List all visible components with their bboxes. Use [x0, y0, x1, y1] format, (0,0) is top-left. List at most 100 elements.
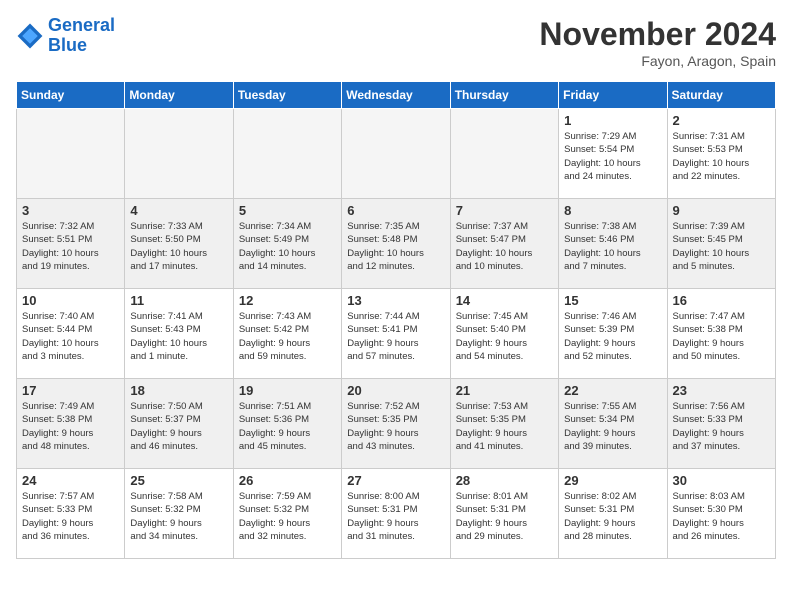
day-info: Sunrise: 7:34 AM Sunset: 5:49 PM Dayligh…: [239, 220, 336, 273]
calendar-day: 19 Sunrise: 7:51 AM Sunset: 5:36 PM Dayli…: [233, 379, 341, 469]
calendar-day: 29 Sunrise: 8:02 AM Sunset: 5:31 PM Dayli…: [559, 469, 667, 559]
day-info: Sunrise: 7:56 AM Sunset: 5:33 PM Dayligh…: [673, 400, 770, 453]
weekday-header-monday: Monday: [125, 82, 233, 109]
calendar-day: 8Sunrise: 7:38 AM Sunset: 5:46 PM Daylig…: [559, 199, 667, 289]
day-info: Sunrise: 7:43 AM Sunset: 5:42 PM Dayligh…: [239, 310, 336, 363]
day-info: Sunrise: 7:38 AM Sunset: 5:46 PM Dayligh…: [564, 220, 661, 273]
weekday-header-row: SundayMondayTuesdayWednesdayThursdayFrid…: [17, 82, 776, 109]
calendar-day: 2Sunrise: 7:31 AM Sunset: 5:53 PM Daylig…: [667, 109, 775, 199]
day-info: Sunrise: 7:32 AM Sunset: 5:51 PM Dayligh…: [22, 220, 119, 273]
calendar-day: 17 Sunrise: 7:49 AM Sunset: 5:38 PM Dayli…: [17, 379, 125, 469]
calendar-day: [17, 109, 125, 199]
calendar-day: 28 Sunrise: 8:01 AM Sunset: 5:31 PM Dayli…: [450, 469, 558, 559]
calendar-day: 27Sunrise: 8:00 AM Sunset: 5:31 PM Dayli…: [342, 469, 450, 559]
calendar-day: 15 Sunrise: 7:46 AM Sunset: 5:39 PM Dayli…: [559, 289, 667, 379]
day-info: Sunrise: 7:52 AM Sunset: 5:35 PM Dayligh…: [347, 400, 444, 453]
calendar-day: 10 Sunrise: 7:40 AM Sunset: 5:44 PM Dayli…: [17, 289, 125, 379]
day-info: Sunrise: 7:41 AM Sunset: 5:43 PM Dayligh…: [130, 310, 227, 363]
day-number: 6: [347, 203, 444, 218]
day-info: Sunrise: 8:03 AM Sunset: 5:30 PM Dayligh…: [673, 490, 770, 543]
day-number: 26: [239, 473, 336, 488]
weekday-header-friday: Friday: [559, 82, 667, 109]
calendar-day: 11 Sunrise: 7:41 AM Sunset: 5:43 PM Dayli…: [125, 289, 233, 379]
calendar-day: 16 Sunrise: 7:47 AM Sunset: 5:38 PM Dayli…: [667, 289, 775, 379]
day-info: Sunrise: 7:47 AM Sunset: 5:38 PM Dayligh…: [673, 310, 770, 363]
calendar-day: 12 Sunrise: 7:43 AM Sunset: 5:42 PM Dayli…: [233, 289, 341, 379]
day-number: 5: [239, 203, 336, 218]
calendar-day: 30 Sunrise: 8:03 AM Sunset: 5:30 PM Dayli…: [667, 469, 775, 559]
day-info: Sunrise: 7:46 AM Sunset: 5:39 PM Dayligh…: [564, 310, 661, 363]
calendar-day: [233, 109, 341, 199]
day-info: Sunrise: 7:59 AM Sunset: 5:32 PM Dayligh…: [239, 490, 336, 543]
day-number: 30: [673, 473, 770, 488]
logo: General Blue: [16, 16, 115, 56]
calendar-day: 6Sunrise: 7:35 AM Sunset: 5:48 PM Daylig…: [342, 199, 450, 289]
day-number: 11: [130, 293, 227, 308]
calendar-day: 25Sunrise: 7:58 AM Sunset: 5:32 PM Dayli…: [125, 469, 233, 559]
day-number: 19: [239, 383, 336, 398]
day-number: 23: [673, 383, 770, 398]
day-number: 10: [22, 293, 119, 308]
day-number: 14: [456, 293, 553, 308]
calendar-day: [125, 109, 233, 199]
day-number: 4: [130, 203, 227, 218]
day-info: Sunrise: 7:31 AM Sunset: 5:53 PM Dayligh…: [673, 130, 770, 183]
calendar-day: 1Sunrise: 7:29 AM Sunset: 5:54 PM Daylig…: [559, 109, 667, 199]
day-info: Sunrise: 7:33 AM Sunset: 5:50 PM Dayligh…: [130, 220, 227, 273]
calendar-day: 13 Sunrise: 7:44 AM Sunset: 5:41 PM Dayli…: [342, 289, 450, 379]
logo-text: General Blue: [48, 16, 115, 56]
logo-icon: [16, 22, 44, 50]
calendar-day: 9 Sunrise: 7:39 AM Sunset: 5:45 PM Daylig…: [667, 199, 775, 289]
day-number: 3: [22, 203, 119, 218]
day-number: 29: [564, 473, 661, 488]
day-number: 22: [564, 383, 661, 398]
day-info: Sunrise: 7:37 AM Sunset: 5:47 PM Dayligh…: [456, 220, 553, 273]
weekday-header-wednesday: Wednesday: [342, 82, 450, 109]
day-number: 16: [673, 293, 770, 308]
weekday-header-thursday: Thursday: [450, 82, 558, 109]
day-info: Sunrise: 7:39 AM Sunset: 5:45 PM Dayligh…: [673, 220, 770, 273]
day-info: Sunrise: 7:40 AM Sunset: 5:44 PM Dayligh…: [22, 310, 119, 363]
calendar-day: 22Sunrise: 7:55 AM Sunset: 5:34 PM Dayli…: [559, 379, 667, 469]
calendar-day: 24 Sunrise: 7:57 AM Sunset: 5:33 PM Dayli…: [17, 469, 125, 559]
calendar-week-row: 3 Sunrise: 7:32 AM Sunset: 5:51 PM Daylig…: [17, 199, 776, 289]
weekday-header-tuesday: Tuesday: [233, 82, 341, 109]
day-info: Sunrise: 8:02 AM Sunset: 5:31 PM Dayligh…: [564, 490, 661, 543]
calendar-table: SundayMondayTuesdayWednesdayThursdayFrid…: [16, 81, 776, 559]
calendar-week-row: 10 Sunrise: 7:40 AM Sunset: 5:44 PM Dayli…: [17, 289, 776, 379]
day-info: Sunrise: 7:44 AM Sunset: 5:41 PM Dayligh…: [347, 310, 444, 363]
day-number: 12: [239, 293, 336, 308]
day-info: Sunrise: 8:00 AM Sunset: 5:31 PM Dayligh…: [347, 490, 444, 543]
day-number: 20: [347, 383, 444, 398]
calendar-week-row: 24 Sunrise: 7:57 AM Sunset: 5:33 PM Dayli…: [17, 469, 776, 559]
calendar-day: 23 Sunrise: 7:56 AM Sunset: 5:33 PM Dayli…: [667, 379, 775, 469]
page-header: General Blue November 2024 Fayon, Aragon…: [16, 16, 776, 69]
calendar-day: 20 Sunrise: 7:52 AM Sunset: 5:35 PM Dayli…: [342, 379, 450, 469]
day-number: 17: [22, 383, 119, 398]
day-number: 24: [22, 473, 119, 488]
calendar-day: 18 Sunrise: 7:50 AM Sunset: 5:37 PM Dayli…: [125, 379, 233, 469]
day-number: 15: [564, 293, 661, 308]
month-title: November 2024: [539, 16, 776, 53]
day-info: Sunrise: 7:51 AM Sunset: 5:36 PM Dayligh…: [239, 400, 336, 453]
calendar-day: 5 Sunrise: 7:34 AM Sunset: 5:49 PM Daylig…: [233, 199, 341, 289]
day-number: 13: [347, 293, 444, 308]
day-info: Sunrise: 7:50 AM Sunset: 5:37 PM Dayligh…: [130, 400, 227, 453]
calendar-day: 14Sunrise: 7:45 AM Sunset: 5:40 PM Dayli…: [450, 289, 558, 379]
day-info: Sunrise: 8:01 AM Sunset: 5:31 PM Dayligh…: [456, 490, 553, 543]
calendar-day: 26 Sunrise: 7:59 AM Sunset: 5:32 PM Dayli…: [233, 469, 341, 559]
day-info: Sunrise: 7:49 AM Sunset: 5:38 PM Dayligh…: [22, 400, 119, 453]
day-number: 18: [130, 383, 227, 398]
day-info: Sunrise: 7:29 AM Sunset: 5:54 PM Dayligh…: [564, 130, 661, 183]
weekday-header-sunday: Sunday: [17, 82, 125, 109]
calendar-day: [450, 109, 558, 199]
calendar-week-row: 17 Sunrise: 7:49 AM Sunset: 5:38 PM Dayli…: [17, 379, 776, 469]
calendar-week-row: 1Sunrise: 7:29 AM Sunset: 5:54 PM Daylig…: [17, 109, 776, 199]
calendar-day: 21Sunrise: 7:53 AM Sunset: 5:35 PM Dayli…: [450, 379, 558, 469]
day-info: Sunrise: 7:53 AM Sunset: 5:35 PM Dayligh…: [456, 400, 553, 453]
day-info: Sunrise: 7:57 AM Sunset: 5:33 PM Dayligh…: [22, 490, 119, 543]
calendar-day: [342, 109, 450, 199]
day-number: 9: [673, 203, 770, 218]
day-number: 28: [456, 473, 553, 488]
day-number: 25: [130, 473, 227, 488]
